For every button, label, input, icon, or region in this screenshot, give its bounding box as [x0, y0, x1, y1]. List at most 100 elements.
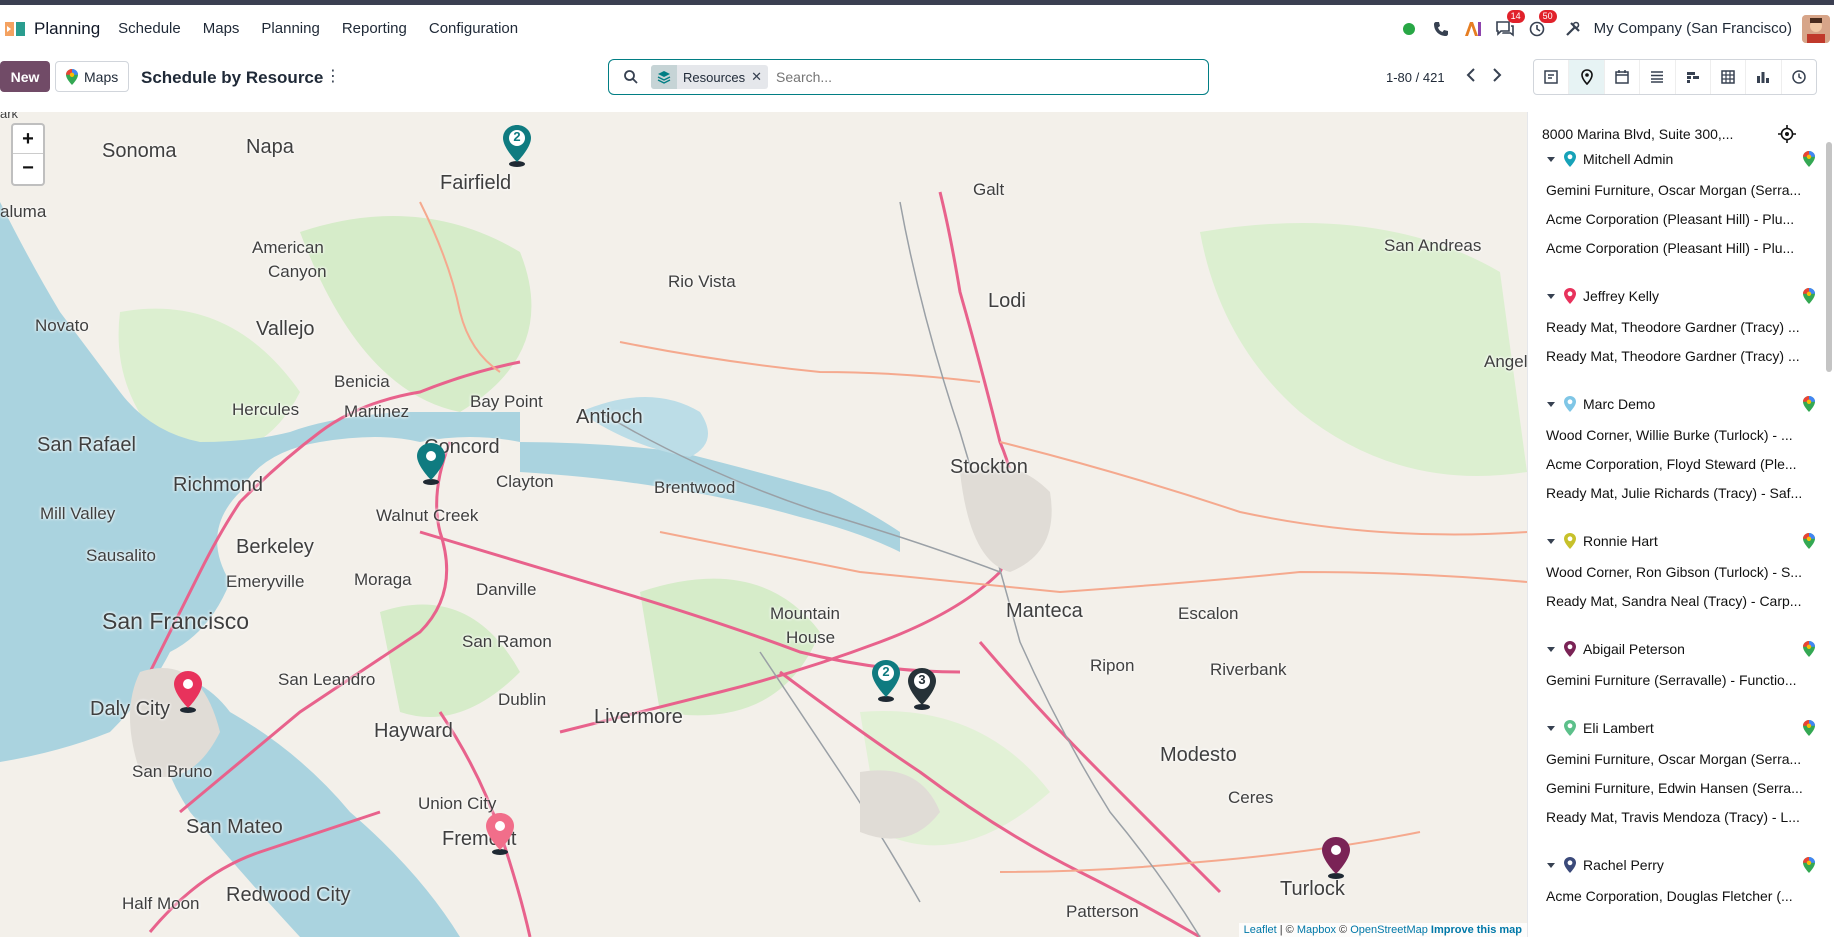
- resource-group-header[interactable]: Mitchell Admin: [1528, 146, 1818, 172]
- map-marker[interactable]: [415, 442, 447, 486]
- facet-remove-icon[interactable]: ✕: [751, 69, 768, 85]
- map-canvas[interactable]: Sonoma Napa Fairfield Galt San Andreas A…: [0, 112, 1527, 937]
- sidebar-address[interactable]: 8000 Marina Blvd, Suite 300,...: [1542, 126, 1733, 142]
- search-facet: Resources ✕: [651, 65, 769, 89]
- view-map-icon[interactable]: [1569, 60, 1605, 94]
- record-item[interactable]: Gemini Furniture, Edwin Hansen (Serra...: [1546, 774, 1814, 803]
- map-label: House: [786, 628, 836, 647]
- record-item[interactable]: Ready Mat, Theodore Gardner (Tracy) ...: [1546, 313, 1814, 342]
- view-calendar-icon[interactable]: [1605, 60, 1641, 94]
- zoom-out-button[interactable]: −: [13, 154, 43, 183]
- map-label: Lodi: [988, 290, 1026, 312]
- record-item[interactable]: Acme Corporation (Pleasant Hill) - Plu..…: [1546, 234, 1814, 263]
- map-marker[interactable]: [172, 670, 204, 714]
- search-bar[interactable]: Resources ✕: [608, 59, 1209, 95]
- resource-group-header[interactable]: Ronnie Hart: [1528, 528, 1818, 554]
- map-label: Stockton: [950, 456, 1028, 478]
- view-graph-icon[interactable]: [1746, 60, 1782, 94]
- search-input[interactable]: [776, 69, 1208, 85]
- resource-group-header[interactable]: Abigail Peterson: [1528, 636, 1818, 662]
- map-marker[interactable]: [1320, 836, 1352, 880]
- view-pivot-icon[interactable]: [1711, 60, 1747, 94]
- leaflet-link[interactable]: Leaflet: [1244, 924, 1277, 936]
- map-cluster-marker[interactable]: 3: [906, 667, 938, 711]
- record-item[interactable]: Acme Corporation, Floyd Steward (Ple...: [1546, 450, 1814, 479]
- cluster-count: 2: [882, 664, 890, 679]
- messages-icon[interactable]: 14: [1494, 9, 1525, 40]
- mapbox-link[interactable]: Mapbox: [1297, 924, 1336, 936]
- phone-icon[interactable]: [1430, 18, 1452, 40]
- collapse-caret-icon[interactable]: [1547, 401, 1555, 407]
- new-button[interactable]: New: [0, 61, 50, 92]
- menu-schedule[interactable]: Schedule: [118, 20, 181, 37]
- record-item[interactable]: Gemini Furniture (Serravalle) - Functio.…: [1546, 666, 1814, 695]
- map-label: Canyon: [268, 262, 327, 281]
- collapse-caret-icon[interactable]: [1547, 725, 1555, 731]
- view-gantt-icon[interactable]: [1676, 60, 1711, 94]
- pager-next-icon[interactable]: [1486, 64, 1508, 86]
- resource-group-header[interactable]: Eli Lambert: [1528, 715, 1818, 741]
- resource-group-header[interactable]: Jeffrey Kelly: [1528, 283, 1818, 309]
- record-item[interactable]: Gemini Furniture, Oscar Morgan (Serra...: [1546, 176, 1814, 205]
- collapse-caret-icon[interactable]: [1547, 862, 1555, 868]
- google-maps-link-icon[interactable]: [1803, 396, 1815, 415]
- record-item[interactable]: Gemini Furniture, Oscar Morgan (Serra...: [1546, 745, 1814, 774]
- map-label: Patterson: [1066, 902, 1139, 921]
- record-item[interactable]: Acme Corporation, Douglas Fletcher (...: [1546, 882, 1814, 911]
- collapse-caret-icon[interactable]: [1547, 646, 1555, 652]
- google-maps-link-icon[interactable]: [1803, 857, 1815, 876]
- app-name[interactable]: Planning: [34, 19, 100, 39]
- view-activity-icon[interactable]: [1782, 60, 1816, 94]
- record-item[interactable]: Wood Corner, Willie Burke (Turlock) - ..…: [1546, 421, 1814, 450]
- improve-map-link[interactable]: Improve this map: [1431, 924, 1522, 936]
- pager-previous-icon[interactable]: [1460, 64, 1482, 86]
- ai-icon[interactable]: [1462, 18, 1484, 40]
- sidebar-scrollbar[interactable]: [1826, 112, 1832, 937]
- resource-pin-icon: [1564, 151, 1576, 167]
- maps-button[interactable]: Maps: [55, 61, 130, 92]
- record-item[interactable]: Acme Corporation (Pleasant Hill) - Plu..…: [1546, 205, 1814, 234]
- resource-name: Eli Lambert: [1583, 720, 1654, 736]
- resource-group: Eli Lambert Gemini Furniture, Oscar Morga…: [1528, 715, 1818, 832]
- map-attribution: Leaflet | © Mapbox © OpenStreetMap Impro…: [1238, 923, 1527, 937]
- record-item[interactable]: Ready Mat, Theodore Gardner (Tracy) ...: [1546, 342, 1814, 371]
- osm-link[interactable]: OpenStreetMap: [1350, 924, 1428, 936]
- menu-maps[interactable]: Maps: [203, 20, 240, 37]
- resource-group: Jeffrey Kelly Ready Mat, Theodore Gardner…: [1528, 283, 1818, 371]
- resource-pin-icon: [1564, 533, 1576, 549]
- zoom-in-button[interactable]: +: [13, 125, 43, 154]
- map-cluster-marker[interactable]: 2: [870, 659, 902, 703]
- user-avatar[interactable]: [1802, 14, 1830, 43]
- view-form-icon[interactable]: [1534, 60, 1570, 94]
- company-switcher[interactable]: My Company (San Francisco): [1594, 20, 1792, 37]
- google-maps-link-icon[interactable]: [1803, 641, 1815, 660]
- resource-group: Abigail Peterson Gemini Furniture (Serrav…: [1528, 636, 1818, 695]
- record-item[interactable]: Ready Mat, Julie Richards (Tracy) - Saf.…: [1546, 479, 1814, 508]
- menu-planning[interactable]: Planning: [261, 20, 319, 37]
- locate-icon[interactable]: [1778, 125, 1796, 146]
- collapse-caret-icon[interactable]: [1547, 156, 1555, 162]
- resource-group-header[interactable]: Marc Demo: [1528, 391, 1818, 417]
- resource-group-header[interactable]: Rachel Perry: [1528, 852, 1818, 878]
- map-marker[interactable]: [484, 812, 516, 856]
- record-item[interactable]: Ready Mat, Sandra Neal (Tracy) - Carp...: [1546, 587, 1814, 616]
- google-maps-link-icon[interactable]: [1803, 533, 1815, 552]
- collapse-caret-icon[interactable]: [1547, 538, 1555, 544]
- resource-name: Rachel Perry: [1583, 857, 1664, 873]
- menu-reporting[interactable]: Reporting: [342, 20, 407, 37]
- apps-menu-icon[interactable]: [4, 18, 26, 40]
- view-list-icon[interactable]: [1640, 60, 1676, 94]
- record-item[interactable]: Ready Mat, Travis Mendoza (Tracy) - L...: [1546, 803, 1814, 832]
- activities-clock-icon[interactable]: 50: [1526, 9, 1557, 40]
- google-maps-link-icon[interactable]: [1803, 720, 1815, 739]
- tools-icon[interactable]: [1562, 18, 1584, 40]
- status-dot-icon[interactable]: [1398, 18, 1420, 40]
- pager-value[interactable]: 1-80 / 421: [1386, 70, 1445, 85]
- collapse-caret-icon[interactable]: [1547, 293, 1555, 299]
- menu-configuration[interactable]: Configuration: [429, 20, 518, 37]
- map-cluster-marker[interactable]: 2: [501, 124, 533, 168]
- google-maps-link-icon[interactable]: [1803, 151, 1815, 170]
- actions-kebab-icon[interactable]: ⋮: [325, 66, 341, 86]
- record-item[interactable]: Wood Corner, Ron Gibson (Turlock) - S...: [1546, 558, 1814, 587]
- google-maps-link-icon[interactable]: [1803, 288, 1815, 307]
